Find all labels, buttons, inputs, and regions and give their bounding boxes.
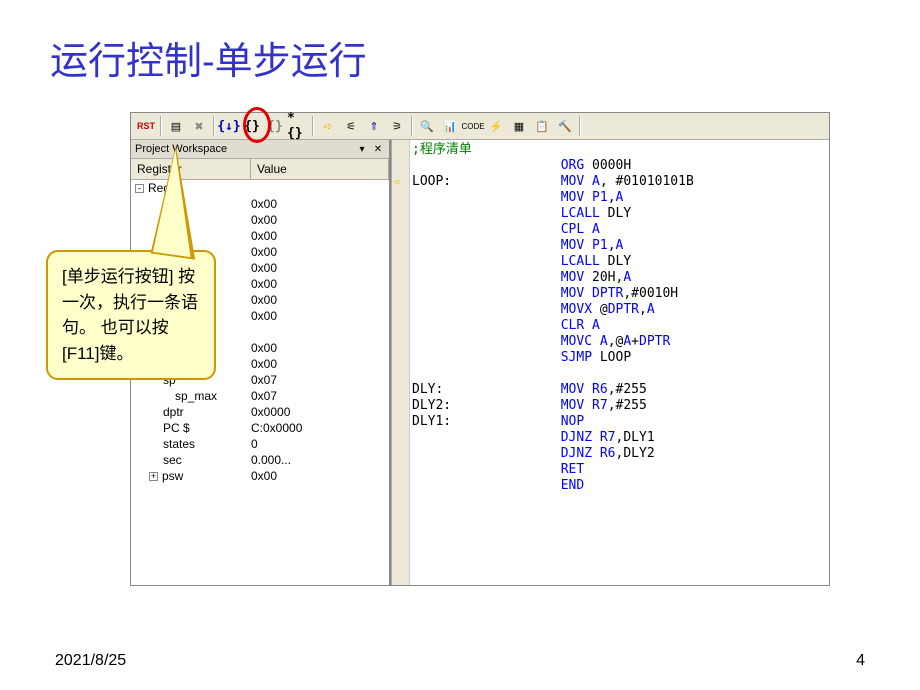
watch-icon: 🔍 (420, 120, 434, 133)
main-area: Project Workspace ▾ ✕ Register Value -Re… (131, 140, 829, 585)
col-value: Value (251, 159, 389, 179)
code-line[interactable]: ➪LOOP: MOV A, #01010101B (412, 174, 829, 190)
code-line[interactable]: LCALL DLY (412, 206, 829, 222)
disasm-button[interactable]: ⚟ (340, 115, 362, 137)
toolbar-separator (312, 116, 314, 136)
code-line[interactable]: DLY2: MOV R7,#255 (412, 398, 829, 414)
debug-toolbar: RST ▤ ✖ {↓} {} {} *{} ➪ ⚟ ⇑ ⚞ 🔍 📊 CODE ⚡… (131, 113, 829, 140)
code-line[interactable]: ORG 0000H (412, 158, 829, 174)
code-line[interactable]: SJMP LOOP (412, 350, 829, 366)
memory-icon: 📊 (443, 120, 457, 133)
code-line[interactable]: MOVX @DPTR,A (412, 302, 829, 318)
code-line[interactable]: MOV 20H,A (412, 270, 829, 286)
analysis-button[interactable]: ▦ (508, 115, 530, 137)
show-next-button[interactable]: ➪ (317, 115, 339, 137)
slide-title: 运行控制-单步运行 (0, 0, 920, 85)
code-line[interactable] (412, 366, 829, 382)
register-row[interactable]: states0 (131, 436, 389, 452)
reset-icon: RST (137, 121, 155, 131)
tools-button[interactable]: 🔨 (554, 115, 576, 137)
code-line[interactable]: MOV P1,A (412, 190, 829, 206)
run-button[interactable]: ▤ (165, 115, 187, 137)
disasm-icon: ⚟ (346, 120, 356, 133)
register-row[interactable]: PC $C:0x0000 (131, 420, 389, 436)
callout-tooltip: [单步运行按钮] 按一次，执行一条语句。 也可以按[F11]键。 (46, 250, 216, 380)
step-into-button[interactable]: {↓} (218, 115, 240, 137)
register-row[interactable]: sec0.000... (131, 452, 389, 468)
register-row[interactable]: dptr0x0000 (131, 404, 389, 420)
code-line[interactable]: MOV DPTR,#0010H (412, 286, 829, 302)
close-panel-button[interactable]: ✕ (371, 142, 385, 156)
memory-button[interactable]: 📊 (439, 115, 461, 137)
code-gutter (392, 140, 410, 585)
trace-icon2: ⚞ (392, 120, 402, 133)
step-over-icon: {} (244, 119, 260, 134)
code-line[interactable]: DLY1: NOP (412, 414, 829, 430)
perf-button[interactable]: 📋 (531, 115, 553, 137)
code-line[interactable]: CLR A (412, 318, 829, 334)
code-line[interactable]: DLY: MOV R6,#255 (412, 382, 829, 398)
step-out-icon: {} (267, 119, 283, 134)
code-line[interactable]: END (412, 478, 829, 494)
code-button[interactable]: CODE (462, 115, 484, 137)
reset-button[interactable]: RST (135, 115, 157, 137)
callout-text: [单步运行按钮] 按一次，执行一条语句。 也可以按[F11]键。 (62, 267, 198, 363)
arrow-icon: ➪ (323, 120, 332, 133)
trace-button2[interactable]: ⚞ (386, 115, 408, 137)
footer-page: 4 (856, 652, 865, 670)
step-out-button[interactable]: {} (264, 115, 286, 137)
code-icon: CODE (461, 122, 484, 131)
code-line[interactable]: MOV P1,A (412, 238, 829, 254)
code-line[interactable]: CPL A (412, 222, 829, 238)
toolbar-separator (579, 116, 581, 136)
register-row[interactable]: sp_max0x07 (131, 388, 389, 404)
step-over-button[interactable]: {} (241, 115, 263, 137)
serial-button[interactable]: ⚡ (485, 115, 507, 137)
dock-button[interactable]: ▾ (355, 142, 369, 156)
analysis-icon: ▦ (514, 120, 524, 133)
run-to-cursor-button[interactable]: *{} (287, 115, 309, 137)
run-to-cursor-icon: *{} (287, 111, 309, 141)
code-line[interactable]: LCALL DLY (412, 254, 829, 270)
watch-button[interactable]: 🔍 (416, 115, 438, 137)
toolbar-separator (213, 116, 215, 136)
code-editor[interactable]: ;程序清单 ORG 0000H➪LOOP: MOV A, #01010101B … (391, 140, 829, 585)
perf-icon: 📋 (535, 120, 549, 133)
code-line[interactable]: DJNZ R6,DLY2 (412, 446, 829, 462)
stop-button[interactable]: ✖ (188, 115, 210, 137)
trace-button[interactable]: ⇑ (363, 115, 385, 137)
register-row[interactable]: +psw0x00 (131, 468, 389, 484)
trace-icon: ⇑ (369, 120, 378, 133)
hammer-icon: 🔨 (558, 120, 572, 133)
footer-date: 2021/8/25 (55, 652, 126, 670)
code-line[interactable]: DJNZ R7,DLY1 (412, 430, 829, 446)
step-into-icon: {↓} (217, 119, 240, 134)
serial-icon: ⚡ (489, 120, 503, 133)
code-line[interactable]: MOVC A,@A+DPTR (412, 334, 829, 350)
toolbar-separator (160, 116, 162, 136)
stop-icon: ✖ (194, 120, 203, 133)
run-icon: ▤ (171, 120, 181, 133)
ide-window: RST ▤ ✖ {↓} {} {} *{} ➪ ⚟ ⇑ ⚞ 🔍 📊 CODE ⚡… (130, 112, 830, 586)
code-line[interactable]: RET (412, 462, 829, 478)
toolbar-separator (411, 116, 413, 136)
